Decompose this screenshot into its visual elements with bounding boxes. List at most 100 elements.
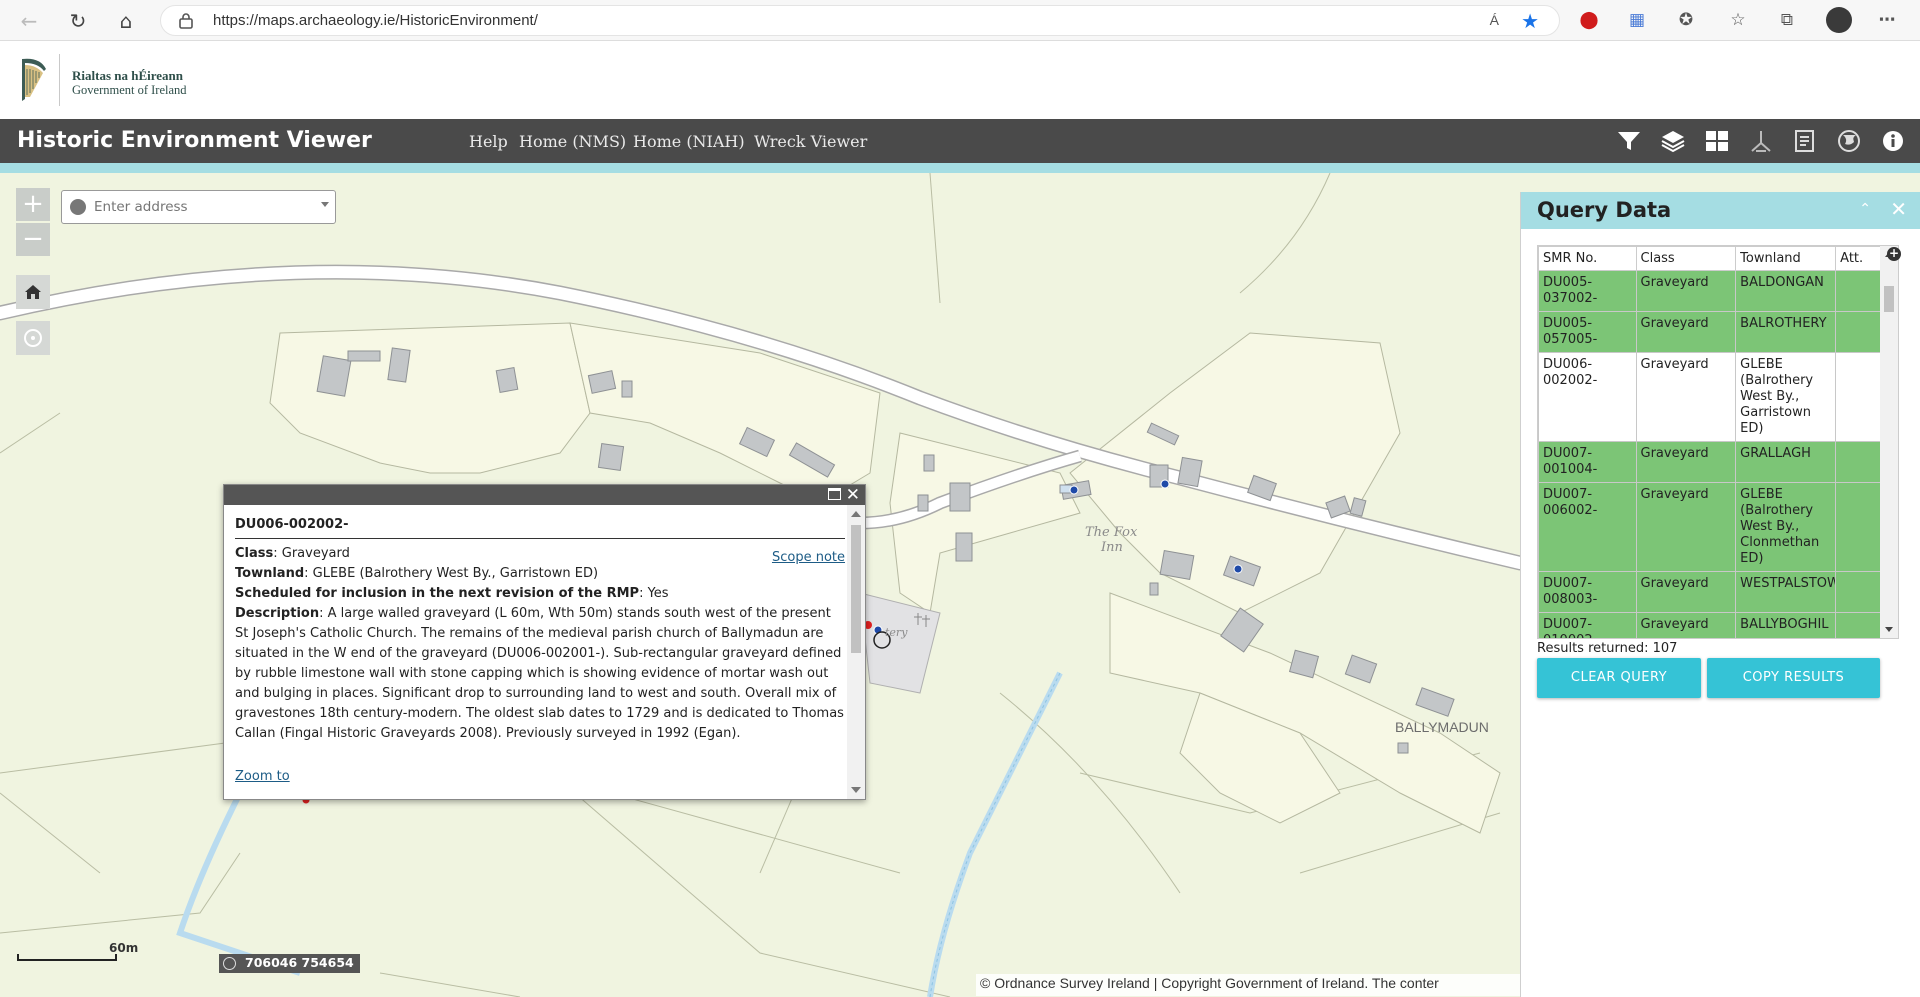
scale-label: 60m	[109, 941, 139, 955]
column-header-attachments[interactable]: Att.	[1835, 246, 1882, 271]
popup-description-row: Description: A large walled graveyard (L…	[235, 606, 844, 741]
ublock-extension-icon[interactable]: ⬤	[1578, 9, 1600, 31]
table-row[interactable]: DU007-001004- Graveyard GRALLAGH	[1538, 441, 1882, 483]
scroll-down-icon[interactable]	[851, 787, 861, 793]
cell-attachments	[1835, 571, 1882, 613]
column-header-class[interactable]: Class	[1635, 246, 1737, 271]
table-scrollbar[interactable]	[1880, 246, 1898, 638]
zoom-in-button[interactable]: +	[16, 188, 50, 221]
table-row[interactable]: DU005-057005- Graveyard BALROTHERY	[1538, 311, 1882, 353]
cell-class: Graveyard	[1635, 612, 1737, 638]
home-icon	[25, 285, 41, 299]
address-search[interactable]	[61, 190, 336, 224]
collapse-icon[interactable]: ⌃	[1859, 201, 1871, 217]
cell-attachments	[1835, 352, 1882, 442]
cell-class: Graveyard	[1635, 311, 1737, 353]
basemap-grid-icon[interactable]	[1704, 129, 1730, 153]
home-icon[interactable]: ⌂	[113, 8, 139, 34]
filter-icon[interactable]	[1616, 129, 1642, 153]
scroll-thumb[interactable]	[1884, 286, 1894, 312]
query-results-table: SMR No. Class Townland Att. DU005-037002…	[1537, 245, 1899, 639]
query-panel-title: Query Data	[1537, 198, 1672, 222]
cell-class: Graveyard	[1635, 482, 1737, 572]
popup-content: DU006-002002- Scope note Class: Graveyar…	[235, 505, 845, 799]
map-attribution: © Ordnance Survey Ireland | Copyright Go…	[976, 974, 1520, 996]
more-menu-icon[interactable]: ⋯	[1876, 9, 1898, 31]
results-value: 107	[1652, 641, 1678, 656]
refresh-icon[interactable]: ↻	[65, 8, 91, 34]
clear-query-button[interactable]: CLEAR QUERY	[1537, 658, 1701, 698]
zoom-out-button[interactable]: −	[16, 223, 50, 256]
cell-townland: BALROTHERY	[1735, 311, 1837, 353]
extensions-puzzle-icon[interactable]: ✪	[1675, 9, 1697, 31]
cell-smr-number: DU005-057005-	[1538, 311, 1637, 353]
info-icon[interactable]	[1880, 129, 1906, 153]
favorite-star-icon[interactable]: ★	[1521, 9, 1539, 33]
globe-icon[interactable]	[1836, 129, 1862, 153]
scroll-thumb[interactable]	[851, 525, 861, 653]
cell-smr-number: DU006-002002-	[1538, 352, 1637, 442]
table-row[interactable]: DU007-010002-GraveyardBALLYBOGHIL	[1538, 612, 1882, 638]
townland-label: Townland	[235, 566, 305, 581]
scroll-down-icon[interactable]	[1885, 627, 1893, 632]
table-row[interactable]: DU007-006002- Graveyard GLEBE (Balrothery …	[1538, 482, 1882, 572]
cell-smr-number: DU007-001004-	[1538, 441, 1637, 483]
zoom-to-link[interactable]: Zoom to	[235, 767, 290, 787]
table-row[interactable]: DU007-008003- Graveyard WESTPALSTOW	[1538, 571, 1882, 613]
address-bar[interactable]: https://maps.archaeology.ie/HistoricEnvi…	[160, 5, 1560, 36]
address-search-input[interactable]	[94, 197, 309, 217]
townland-value: GLEBE (Balrothery West By., Garristown E…	[312, 566, 599, 581]
copy-results-button[interactable]: COPY RESULTS	[1707, 658, 1880, 698]
extension-grid-icon[interactable]: ▦	[1626, 9, 1648, 31]
popup-header: ✕	[224, 485, 865, 505]
description-label: Description	[235, 606, 320, 621]
maximize-icon[interactable]	[828, 488, 841, 500]
gov-name-irish: Rialtas na hÉireann	[72, 68, 184, 83]
rmp-label: Scheduled for inclusion in the next revi…	[235, 586, 640, 601]
cell-attachments	[1835, 311, 1882, 353]
collections-icon[interactable]: ⧉	[1776, 9, 1798, 31]
back-icon[interactable]: ←	[16, 8, 42, 34]
locate-button[interactable]	[16, 321, 50, 355]
cell-smr-number: DU007-006002-	[1538, 482, 1637, 572]
cell-class: Graveyard	[1635, 270, 1737, 312]
column-header-townland[interactable]: Townland	[1735, 246, 1837, 271]
legend-list-icon[interactable]	[1792, 129, 1818, 153]
scroll-up-icon[interactable]	[851, 511, 861, 517]
cell-attachments	[1835, 612, 1882, 638]
logo-divider	[59, 54, 60, 106]
menu-home-nms[interactable]: Home (NMS)	[519, 132, 626, 151]
table-row[interactable]: DU005-037002- Graveyard BALDONGAN	[1538, 270, 1882, 312]
add-column-icon[interactable]: +	[1887, 247, 1901, 261]
menu-wreck-viewer[interactable]: Wreck Viewer	[754, 132, 867, 151]
class-value: Graveyard	[281, 546, 350, 561]
chevron-down-icon[interactable]	[321, 202, 329, 207]
home-extent-button[interactable]	[16, 275, 50, 309]
search-clear-icon[interactable]	[70, 199, 86, 215]
popup-rmp-row: Scheduled for inclusion in the next revi…	[235, 586, 669, 601]
menu-home-niah[interactable]: Home (NIAH)	[633, 132, 745, 151]
table-row[interactable]: DU006-002002- Graveyard GLEBE (Balrothery …	[1538, 352, 1882, 442]
cell-attachments	[1835, 441, 1882, 483]
cell-townland: BALDONGAN	[1735, 270, 1837, 312]
scope-note-link[interactable]: Scope note	[772, 548, 845, 568]
measure-icon[interactable]	[1748, 129, 1774, 153]
menu-help[interactable]: Help	[469, 132, 508, 151]
favorites-icon[interactable]: ☆	[1727, 9, 1749, 31]
query-panel-header: Query Data ⌃ ✕	[1521, 192, 1920, 229]
profile-avatar[interactable]	[1826, 7, 1852, 33]
layers-icon[interactable]	[1660, 129, 1686, 153]
read-aloud-icon[interactable]: Á	[1490, 12, 1499, 28]
description-text: A large walled graveyard (L 60m, Wth 50m…	[235, 606, 844, 741]
close-icon[interactable]: ✕	[846, 485, 860, 505]
government-header: Rialtas na hÉireann Government of Irelan…	[0, 41, 1920, 119]
class-label: Class	[235, 546, 274, 561]
browser-toolbar: ← ↻ ⌂ https://maps.archaeology.ie/Histor…	[0, 0, 1920, 41]
coordinate-readout[interactable]: 706046 754654	[219, 954, 360, 973]
column-header-smr[interactable]: SMR No.	[1538, 246, 1637, 271]
scale-line	[17, 954, 117, 961]
close-icon[interactable]: ✕	[1890, 197, 1907, 221]
harp-logo-icon	[22, 58, 46, 101]
popup-scrollbar[interactable]	[847, 505, 865, 799]
feature-popup: ✕ DU006-002002- Scope note Class: Gravey…	[223, 484, 866, 800]
